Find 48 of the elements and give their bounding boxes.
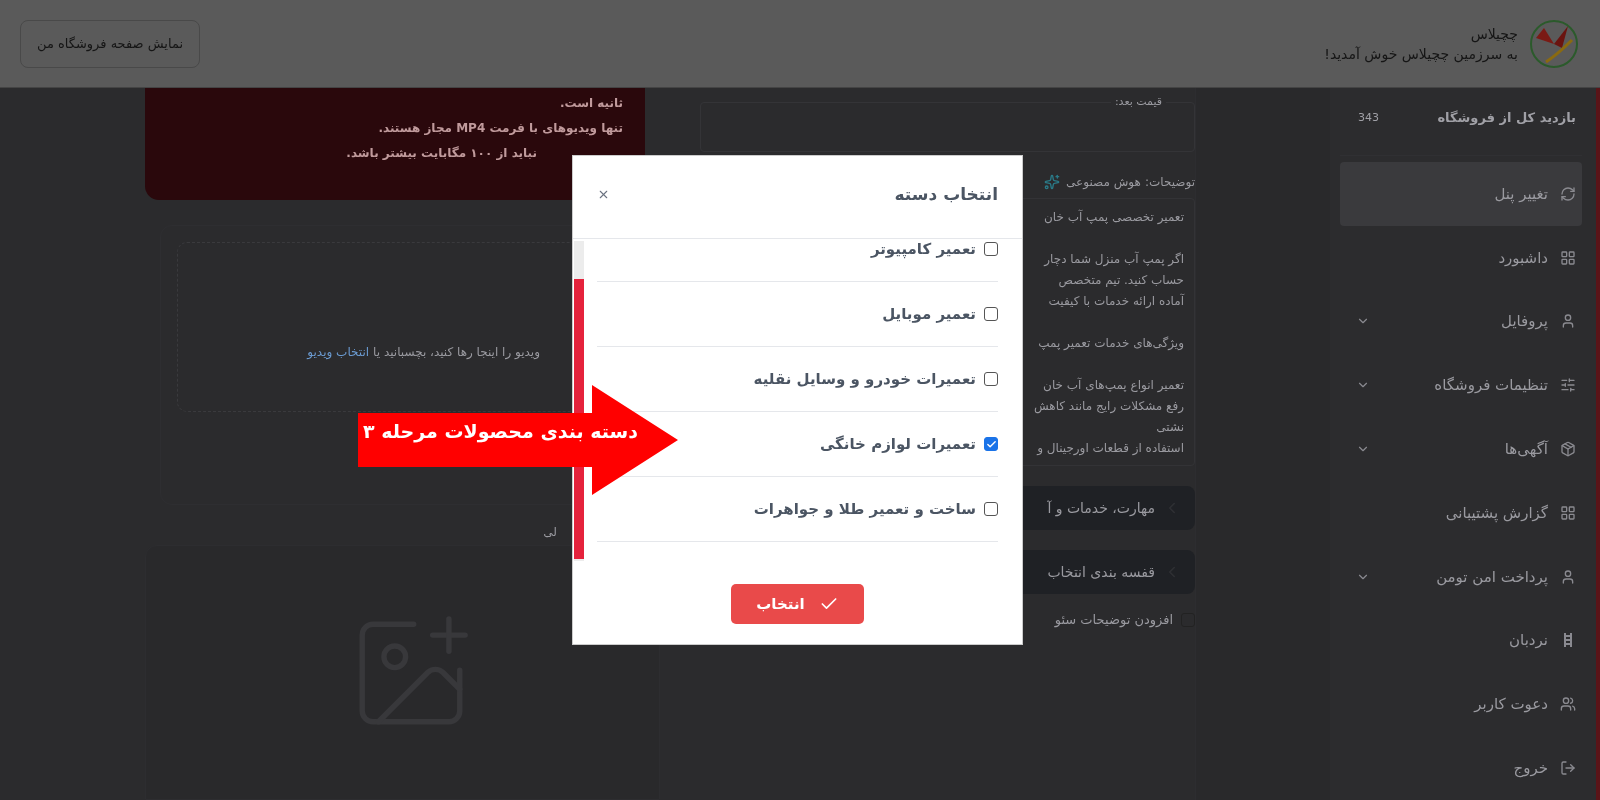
description-label: توضیحات:	[1144, 175, 1195, 189]
user-icon	[1560, 313, 1576, 330]
category-label: تعمیر موبایل	[882, 305, 976, 323]
category-checkbox[interactable]	[984, 437, 998, 451]
sidebar-item[interactable]: خروج	[1340, 736, 1582, 800]
logo-icon	[1528, 17, 1580, 70]
category-label: تعمیرات خودرو و وسایل نقلیه	[753, 370, 976, 388]
stat-label: بازدید کل از فروشگاه	[1437, 110, 1576, 125]
sidebar-item[interactable]: داشبورد	[1340, 225, 1582, 290]
user-icon	[1560, 568, 1576, 585]
notice-text: نباید از ۱۰۰ مگابایت بیشتر باشد.	[345, 146, 537, 160]
category-label: ساخت و تعمیر طلا و جواهرات	[753, 500, 976, 518]
image-label: لی	[543, 525, 557, 539]
sidebar-item[interactable]: گزارش پشتیبانی	[1340, 481, 1582, 545]
sidebar-item[interactable]: دعوت کاربر	[1340, 672, 1582, 737]
users-icon	[1560, 696, 1576, 713]
sidebar-item[interactable]: تغییر پنل	[1340, 162, 1582, 226]
select-button[interactable]: انتخاب	[731, 584, 864, 624]
sidebar-item[interactable]: پروفایل	[1340, 289, 1582, 354]
sidebar-item[interactable]: نردبان	[1340, 608, 1582, 673]
notice-text: ثانیه است.	[558, 96, 623, 110]
sliders-icon	[1560, 377, 1576, 394]
category-label: تعمیرات لوازم خانگی	[819, 435, 976, 453]
brand-name: چچیلاس	[1469, 25, 1518, 42]
category-checkbox[interactable]	[984, 372, 998, 386]
grid-icon	[1560, 249, 1576, 266]
view-store-button[interactable]: نمایش صفحه فروشگاه من	[20, 19, 201, 68]
category-checkbox[interactable]	[984, 242, 998, 256]
logout-icon	[1560, 760, 1576, 777]
dialog-title: انتخاب دسته	[894, 184, 998, 204]
category-checkbox[interactable]	[984, 502, 998, 516]
seo-label: افزودن توضیحات سئو	[1054, 612, 1173, 627]
sidebar-item[interactable]: پرداخت امن تومن	[1340, 544, 1582, 609]
grid-icon	[1560, 504, 1576, 521]
package-icon	[1560, 441, 1576, 458]
price-label: قیمت بعد:	[1110, 95, 1166, 108]
category-checkbox[interactable]	[984, 307, 998, 321]
stat-value: 343	[1358, 111, 1379, 124]
sidebar-item[interactable]: تنظیمات فروشگاه	[1340, 353, 1582, 418]
ai-button[interactable]: هوش مصنوعی	[1044, 174, 1141, 190]
category-label: تعمیر کامپیوتر	[870, 240, 976, 258]
sidebar-item[interactable]: آگهی‌ها	[1340, 417, 1582, 481]
refresh-icon	[1560, 185, 1576, 202]
drop-text: ویدیو را اینجا رها کنید، بچسبانید یا	[373, 345, 540, 359]
sparkle-icon	[1044, 174, 1061, 190]
notice-text: تنها ویدیوهای با فرمت MP4 مجاز هستند.	[377, 121, 623, 135]
choose-video-link[interactable]: انتخاب ویدیو	[307, 345, 370, 359]
welcome-text: به سرزمین چچیلاس خوش آمدید!	[1324, 45, 1518, 62]
